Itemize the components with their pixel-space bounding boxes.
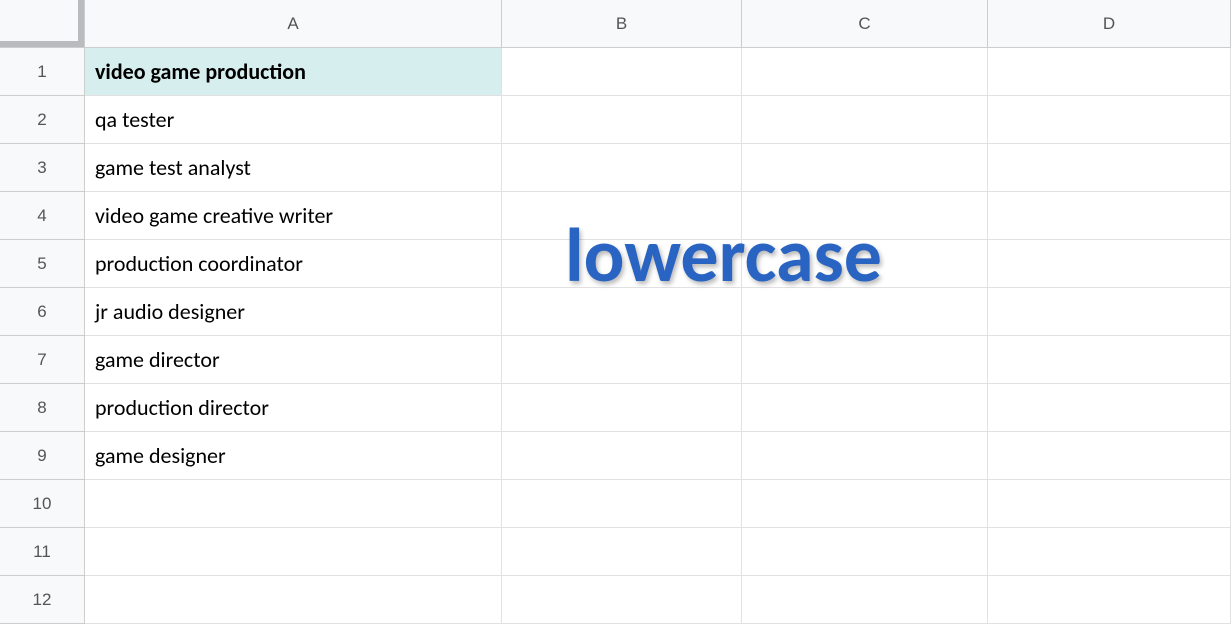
cell-a8[interactable]: production director (85, 384, 502, 432)
cell-d6[interactable] (988, 288, 1231, 336)
cell-c4[interactable] (742, 192, 988, 240)
row-header-12[interactable]: 12 (0, 576, 85, 624)
cell-a11[interactable] (85, 528, 502, 576)
cell-a3[interactable]: game test analyst (85, 144, 502, 192)
spreadsheet-grid[interactable]: A B C D 1 video game production 2 qa tes… (0, 0, 1232, 624)
cell-b10[interactable] (502, 480, 742, 528)
cell-b7[interactable] (502, 336, 742, 384)
cell-d11[interactable] (988, 528, 1231, 576)
cell-b11[interactable] (502, 528, 742, 576)
cell-a6[interactable]: jr audio designer (85, 288, 502, 336)
cell-c3[interactable] (742, 144, 988, 192)
row-header-10[interactable]: 10 (0, 480, 85, 528)
cell-d8[interactable] (988, 384, 1231, 432)
cell-d9[interactable] (988, 432, 1231, 480)
cell-a7[interactable]: game director (85, 336, 502, 384)
select-all-corner[interactable] (0, 0, 85, 48)
row-header-7[interactable]: 7 (0, 336, 85, 384)
row-header-5[interactable]: 5 (0, 240, 85, 288)
cell-c6[interactable] (742, 288, 988, 336)
cell-d3[interactable] (988, 144, 1231, 192)
column-header-c[interactable]: C (742, 0, 988, 48)
cell-b8[interactable] (502, 384, 742, 432)
column-header-d[interactable]: D (988, 0, 1231, 48)
cell-a1[interactable]: video game production (85, 48, 502, 96)
cell-a12[interactable] (85, 576, 502, 624)
cell-a2[interactable]: qa tester (85, 96, 502, 144)
row-header-2[interactable]: 2 (0, 96, 85, 144)
cell-c5[interactable] (742, 240, 988, 288)
cell-d4[interactable] (988, 192, 1231, 240)
cell-c9[interactable] (742, 432, 988, 480)
cell-c12[interactable] (742, 576, 988, 624)
cell-b6[interactable] (502, 288, 742, 336)
cell-d5[interactable] (988, 240, 1231, 288)
row-header-8[interactable]: 8 (0, 384, 85, 432)
cell-b5[interactable] (502, 240, 742, 288)
column-header-a[interactable]: A (85, 0, 502, 48)
cell-a10[interactable] (85, 480, 502, 528)
row-header-11[interactable]: 11 (0, 528, 85, 576)
cell-a4[interactable]: video game creative writer (85, 192, 502, 240)
cell-b4[interactable] (502, 192, 742, 240)
row-header-6[interactable]: 6 (0, 288, 85, 336)
row-header-4[interactable]: 4 (0, 192, 85, 240)
cell-b2[interactable] (502, 96, 742, 144)
cell-b12[interactable] (502, 576, 742, 624)
cell-c2[interactable] (742, 96, 988, 144)
cell-b9[interactable] (502, 432, 742, 480)
cell-c7[interactable] (742, 336, 988, 384)
cell-d10[interactable] (988, 480, 1231, 528)
column-header-b[interactable]: B (502, 0, 742, 48)
cell-d12[interactable] (988, 576, 1231, 624)
cell-a9[interactable]: game designer (85, 432, 502, 480)
cell-d2[interactable] (988, 96, 1231, 144)
cell-d7[interactable] (988, 336, 1231, 384)
cell-b3[interactable] (502, 144, 742, 192)
cell-b1[interactable] (502, 48, 742, 96)
cell-d1[interactable] (988, 48, 1231, 96)
cell-c8[interactable] (742, 384, 988, 432)
row-header-3[interactable]: 3 (0, 144, 85, 192)
row-header-1[interactable]: 1 (0, 48, 85, 96)
cell-c10[interactable] (742, 480, 988, 528)
cell-a5[interactable]: production coordinator (85, 240, 502, 288)
cell-c11[interactable] (742, 528, 988, 576)
cell-c1[interactable] (742, 48, 988, 96)
row-header-9[interactable]: 9 (0, 432, 85, 480)
